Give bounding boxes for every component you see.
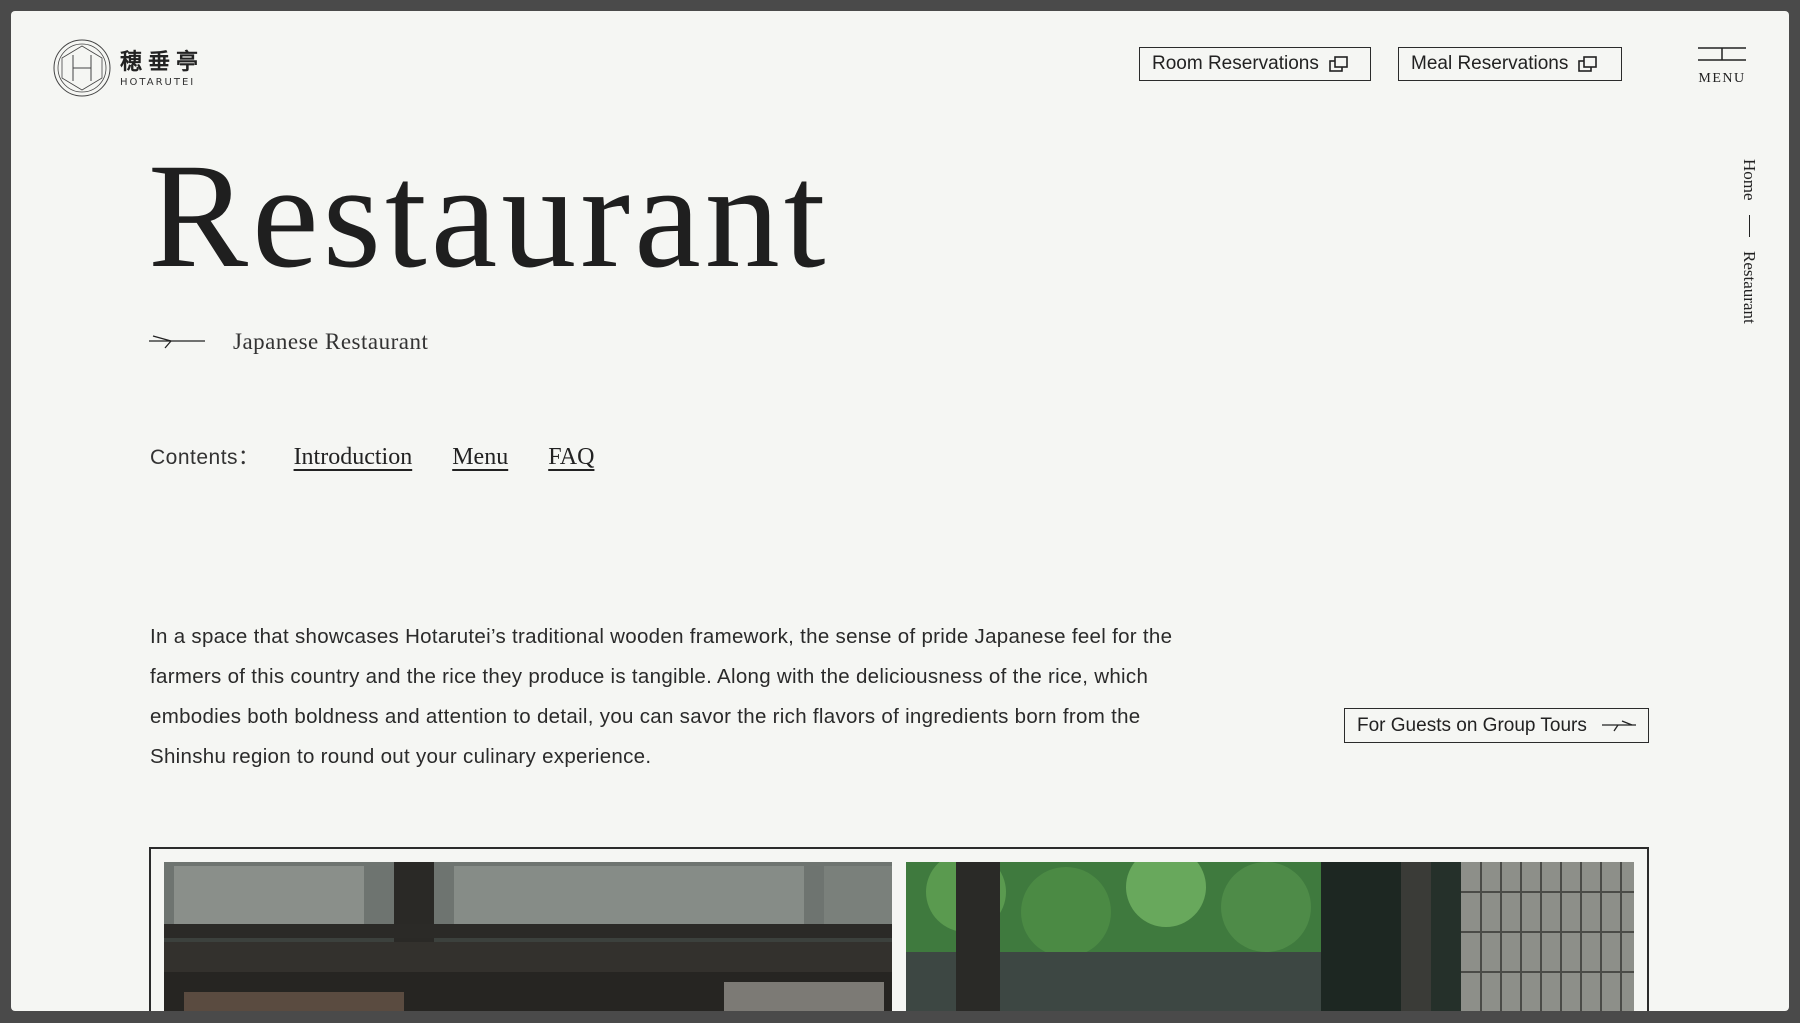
breadcrumb-current: Restaurant — [1740, 250, 1759, 324]
photo-gallery — [149, 847, 1649, 1011]
contents-link-faq[interactable]: FAQ — [548, 444, 594, 471]
contents-nav: Contents： Introduction Menu FAQ — [150, 441, 594, 471]
page-frame: 穂垂亭 HOTARUTEI Room Reservations Meal Res… — [11, 11, 1789, 1011]
page-title: Restaurant — [148, 133, 830, 299]
group-tours-button[interactable]: For Guests on Group Tours — [1344, 708, 1649, 743]
garden-view-photo — [906, 862, 1634, 1011]
logo-kanji: 穂垂亭 — [120, 48, 205, 75]
breadcrumb-home[interactable]: Home — [1739, 159, 1759, 201]
arrow-right-icon — [1602, 719, 1636, 731]
contents-label: Contents： — [150, 446, 260, 469]
group-tours-label: For Guests on Group Tours — [1357, 714, 1587, 736]
room-reservations-button[interactable]: Room Reservations — [1139, 47, 1371, 81]
room-reservations-label: Room Reservations — [1152, 53, 1319, 74]
menu-button[interactable]: MENU — [1696, 46, 1748, 87]
contents-link-introduction[interactable]: Introduction — [294, 444, 413, 471]
restaurant-interior-photo — [164, 862, 892, 1011]
menu-label: MENU — [1698, 71, 1746, 86]
breadcrumb: Home Restaurant — [1739, 159, 1759, 323]
contents-link-menu[interactable]: Menu — [452, 444, 508, 471]
external-link-icon — [1329, 56, 1348, 72]
external-link-icon — [1578, 56, 1598, 72]
page-subtitle: Japanese Restaurant — [149, 329, 428, 355]
arrow-right-icon — [149, 335, 205, 349]
meal-reservations-label: Meal Reservations — [1411, 53, 1569, 74]
intro-paragraph: In a space that showcases Hotarutei’s tr… — [150, 625, 1173, 768]
meal-reservations-button[interactable]: Meal Reservations — [1398, 47, 1622, 81]
subtitle-text: Japanese Restaurant — [233, 329, 429, 354]
breadcrumb-separator — [1748, 214, 1750, 237]
logo-emblem-icon — [53, 39, 111, 97]
site-logo[interactable]: 穂垂亭 HOTARUTEI — [52, 38, 204, 98]
logo-wordmark: HOTARUTEI — [120, 76, 196, 88]
menu-icon — [1698, 47, 1746, 61]
